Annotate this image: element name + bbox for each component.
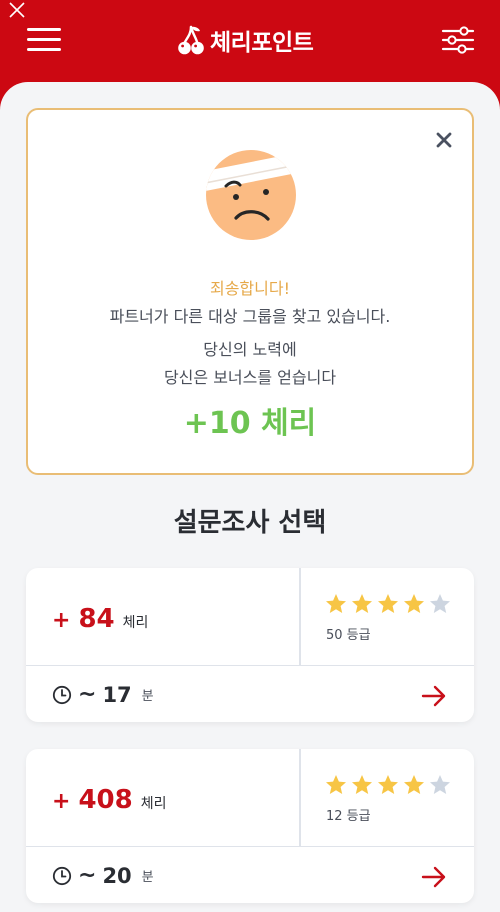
tilde: ~ xyxy=(78,863,97,888)
content-sheet: 죄송합니다! 파트너가 다른 대상 그룹을 찾고 있습니다. 당신의 노력에 당… xyxy=(0,82,500,912)
effort-text: 당신의 노력에 xyxy=(203,340,297,359)
sad-bandaged-face-icon xyxy=(206,150,296,240)
star-filled-icon xyxy=(326,594,346,613)
duration-unit: 분 xyxy=(141,689,154,704)
filter-sliders-icon[interactable] xyxy=(440,24,476,56)
survey-reward: + 408 체리 xyxy=(52,785,166,815)
clock-icon xyxy=(52,866,72,885)
duration-minutes: 20 xyxy=(102,863,132,888)
duration-unit: 분 xyxy=(141,870,154,885)
divider xyxy=(299,568,301,666)
star-filled-icon xyxy=(404,775,424,794)
star-empty-icon xyxy=(430,775,450,794)
rating-stars xyxy=(324,773,452,797)
bonus-text: 당신은 보너스를 얻습니다 xyxy=(163,368,337,387)
plus-sign: + xyxy=(52,608,71,633)
menu-button[interactable] xyxy=(27,26,63,54)
notice-close-icon[interactable] xyxy=(434,130,454,150)
bonus-amount: +10 체리 xyxy=(183,406,317,441)
star-filled-icon xyxy=(378,775,398,794)
brand-logo: 체리포인트 xyxy=(176,22,314,58)
menu-bar xyxy=(27,38,61,41)
arrow-right-icon[interactable] xyxy=(420,863,448,891)
tilde: ~ xyxy=(78,682,97,707)
reward-unit: 체리 xyxy=(122,615,149,631)
survey-card[interactable]: + 408 체리 12 등급 ~ 20 분 xyxy=(26,749,474,903)
rating-stars xyxy=(324,592,452,616)
notice-card: 죄송합니다! 파트너가 다른 대상 그룹을 찾고 있습니다. 당신의 노력에 당… xyxy=(26,108,474,475)
section-title: 설문조사 선택 xyxy=(173,508,327,538)
header: 체리포인트 xyxy=(0,0,500,82)
survey-card[interactable]: + 84 체리 50 등급 ~ 17 분 xyxy=(26,568,474,722)
survey-reward: + 84 체리 xyxy=(52,604,148,634)
app-root: 체리포인트 죄송합니다! 파트너가 다른 대상 그룹을 찾고 있습니다. 당신의… xyxy=(0,0,500,912)
divider xyxy=(299,749,301,847)
clock-icon xyxy=(52,685,72,704)
arrow-right-icon[interactable] xyxy=(420,682,448,710)
star-filled-icon xyxy=(378,594,398,613)
star-empty-icon xyxy=(430,594,450,613)
survey-duration: ~ 17 분 xyxy=(52,682,154,707)
star-filled-icon xyxy=(352,775,372,794)
reward-points: 84 xyxy=(78,604,115,634)
sorry-text: 죄송합니다! xyxy=(209,279,290,298)
brand-name: 체리포인트 xyxy=(210,30,314,56)
star-filled-icon xyxy=(352,594,372,613)
close-icon[interactable] xyxy=(6,0,28,22)
reward-points: 408 xyxy=(78,785,133,815)
survey-duration: ~ 20 분 xyxy=(52,863,154,888)
star-filled-icon xyxy=(404,594,424,613)
reward-unit: 체리 xyxy=(140,796,167,812)
plus-sign: + xyxy=(52,789,71,814)
menu-bar xyxy=(27,28,61,31)
duration-minutes: 17 xyxy=(102,682,132,707)
menu-bar xyxy=(27,48,61,51)
cherry-icon xyxy=(178,25,204,55)
partner-message: 파트너가 다른 대상 그룹을 찾고 있습니다. xyxy=(109,307,391,326)
grade-label: 12 등급 xyxy=(326,809,371,824)
grade-label: 50 등급 xyxy=(326,628,371,643)
star-filled-icon xyxy=(326,775,346,794)
